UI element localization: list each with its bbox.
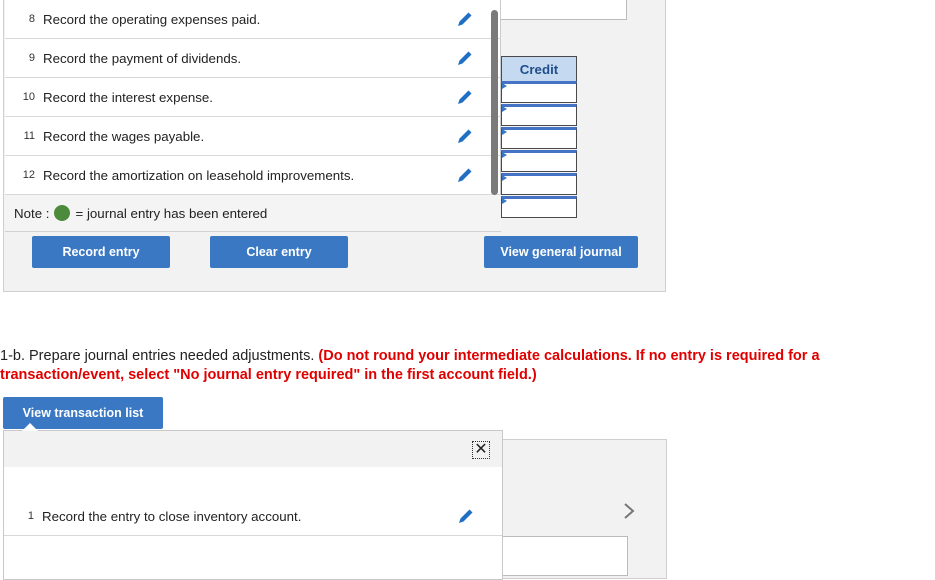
view-general-journal-button[interactable]: View general journal (484, 236, 638, 268)
clear-entry-button[interactable]: Clear entry (210, 236, 348, 268)
transaction-list-popup: ✕ 1 Record the entry to close inventory … (3, 430, 503, 580)
transaction-number: 10 (22, 91, 35, 103)
entered-dot-icon (54, 205, 71, 221)
note-text: = journal entry has been entered (75, 205, 268, 221)
transaction-number: 8 (28, 13, 35, 25)
instructions: 1-b. Prepare journal entries needed adju… (0, 347, 900, 385)
credit-input-1[interactable] (501, 81, 577, 103)
transaction-label: Record the wages payable. (43, 128, 205, 144)
chevron-right-icon[interactable] (620, 500, 638, 522)
credit-input-4[interactable] (501, 150, 577, 172)
credit-input-2[interactable] (501, 104, 577, 126)
worksheet-field[interactable] (500, 536, 628, 576)
transaction-label: Record the interest expense. (43, 89, 214, 105)
transaction-item-11[interactable]: 11 Record the wages payable. (5, 117, 501, 156)
row-arrow-icon (502, 106, 507, 112)
pencil-icon[interactable] (453, 7, 477, 31)
row-arrow-icon (502, 83, 507, 89)
popup-caret (22, 423, 38, 431)
record-entry-button[interactable]: Record entry (32, 236, 170, 268)
transaction-item-10[interactable]: 10 Record the interest expense. (5, 78, 501, 117)
transaction-label: Record the payment of dividends. (43, 50, 242, 66)
transaction-number: 11 (23, 130, 35, 142)
transaction-item-9[interactable]: 9 Record the payment of dividends. (5, 39, 501, 78)
row-arrow-icon (502, 129, 507, 135)
pencil-icon[interactable] (453, 85, 477, 109)
pencil-icon[interactable] (453, 163, 477, 187)
credit-column-header: Credit (501, 56, 577, 82)
transaction-item-8[interactable]: 8 Record the operating expenses paid. (5, 0, 501, 39)
instructions-prefix: 1-b. Prepare journal entries needed adju… (0, 348, 315, 364)
transaction-item-12[interactable]: 12 Record the amortization on leasehold … (5, 156, 501, 195)
transaction-number: 12 (22, 169, 35, 181)
transaction-list: 8 Record the operating expenses paid. 9 … (5, 0, 501, 232)
transaction-number: 9 (28, 52, 35, 64)
pencil-icon[interactable] (454, 504, 478, 528)
transaction-list-scrollbar[interactable] (491, 10, 498, 195)
row-arrow-icon (502, 152, 507, 158)
popup-header (4, 431, 502, 467)
legend-note: Note : = journal entry has been entered (5, 195, 501, 232)
transaction-label: Record the operating expenses paid. (43, 11, 261, 27)
transaction-label: Record the amortization on leasehold imp… (43, 167, 355, 183)
pencil-icon[interactable] (453, 46, 477, 70)
row-arrow-icon (502, 198, 507, 204)
credit-input-3[interactable] (501, 127, 577, 149)
note-label: Note : (14, 205, 50, 221)
transaction-label: Record the entry to close inventory acco… (42, 508, 302, 524)
transaction-item-1[interactable]: 1 Record the entry to close inventory ac… (4, 497, 502, 536)
credit-input-6[interactable] (501, 196, 577, 218)
close-icon[interactable]: ✕ (472, 441, 490, 459)
pencil-icon[interactable] (453, 124, 477, 148)
row-arrow-icon (502, 175, 507, 181)
transaction-number: 1 (27, 510, 34, 522)
credit-input-5[interactable] (501, 173, 577, 195)
worksheet-top-field[interactable] (500, 0, 627, 20)
